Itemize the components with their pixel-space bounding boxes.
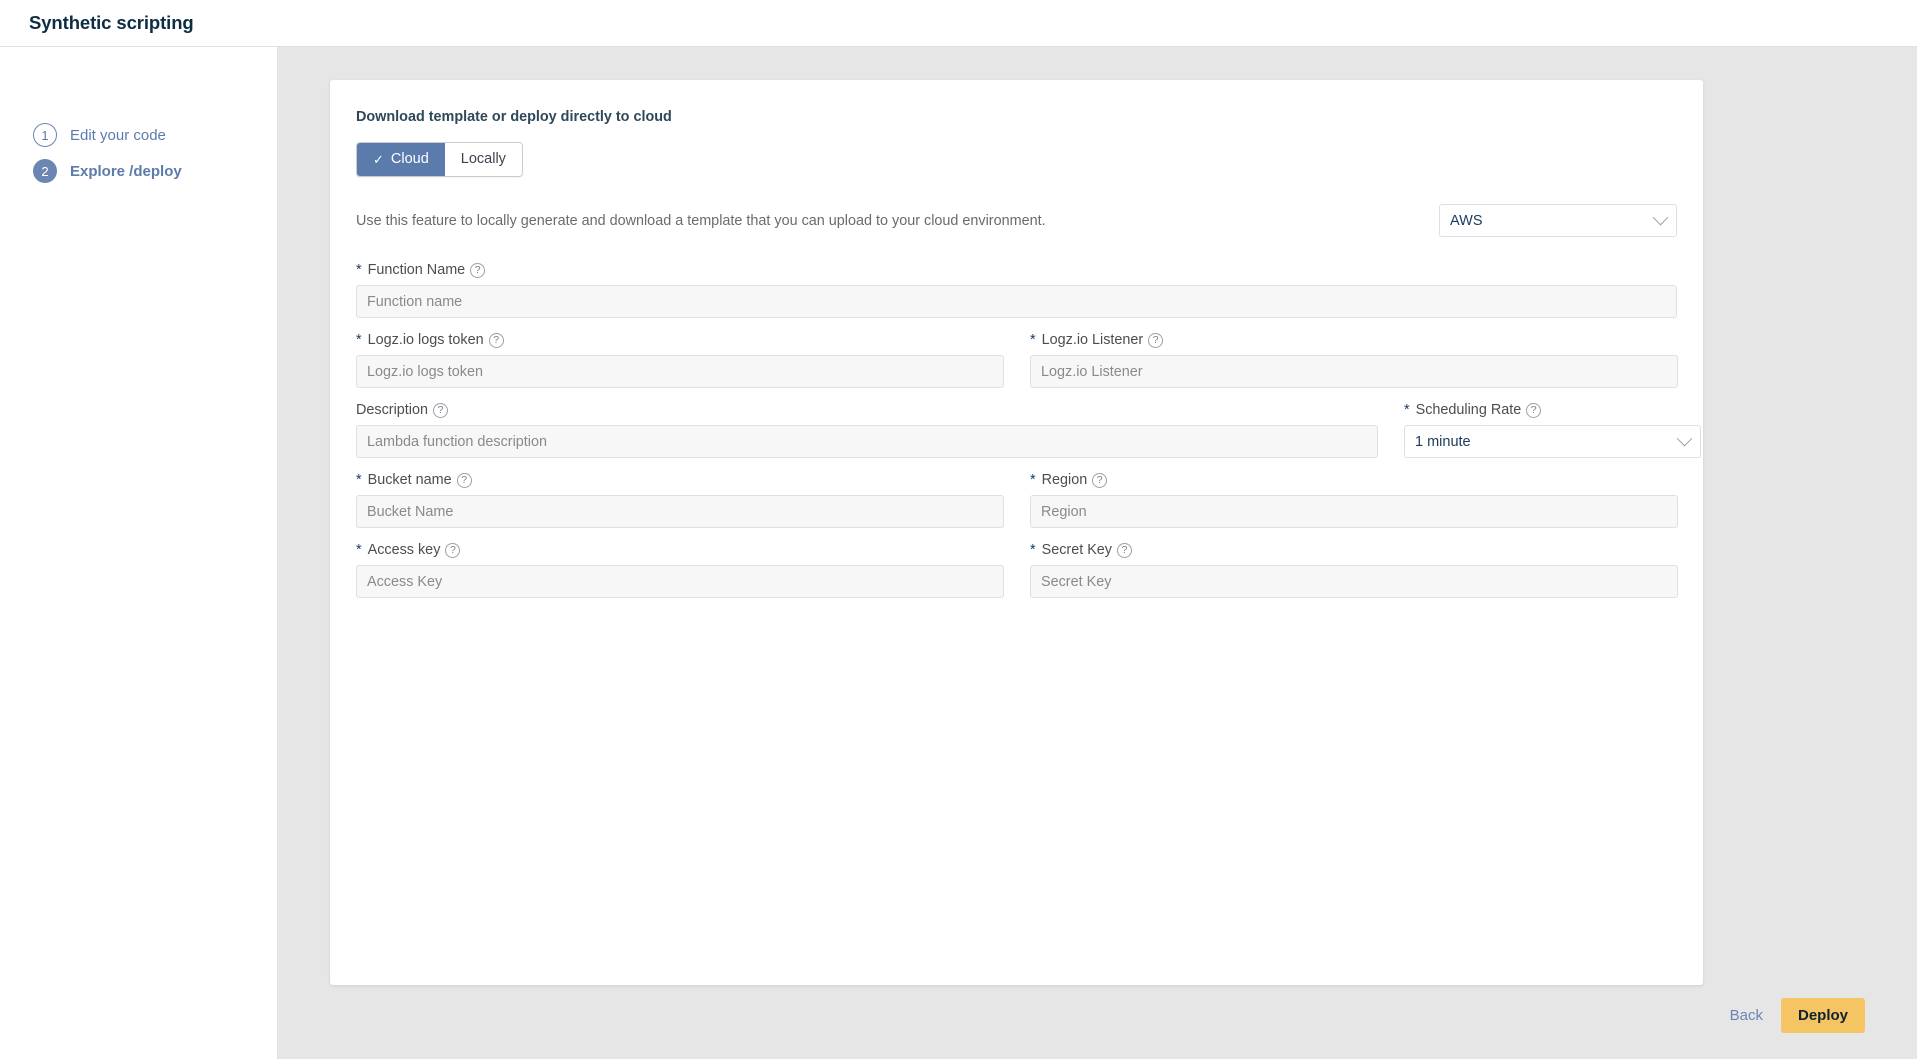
form-row-access-secret: * Access key ? * Secret Key ? bbox=[356, 542, 1677, 598]
app-header: Synthetic scripting bbox=[0, 0, 1917, 47]
field-label-access-key: * Access key ? bbox=[356, 542, 1004, 558]
toggle-option-cloud[interactable]: ✓ Cloud bbox=[357, 143, 445, 176]
cloud-provider-value: AWS bbox=[1450, 213, 1483, 229]
field-label-text: Bucket name bbox=[368, 472, 452, 488]
field-label-logs-token: * Logz.io logs token ? bbox=[356, 332, 1004, 348]
card-title: Download template or deploy directly to … bbox=[356, 109, 1677, 125]
field-label-region: * Region ? bbox=[1030, 472, 1678, 488]
field-label-description: Description ? bbox=[356, 402, 1378, 418]
required-star: * bbox=[1030, 472, 1036, 488]
step-number-badge: 1 bbox=[33, 123, 57, 147]
field-label-text: Description bbox=[356, 402, 428, 418]
cloud-provider-select[interactable]: AWS bbox=[1439, 204, 1677, 237]
field-label-scheduling-rate: * Scheduling Rate ? bbox=[1404, 402, 1701, 418]
help-icon[interactable]: ? bbox=[1117, 543, 1132, 558]
intro-row: Use this feature to locally generate and… bbox=[356, 204, 1677, 237]
footer-actions: Back Deploy bbox=[1726, 998, 1865, 1033]
required-star: * bbox=[1030, 332, 1036, 348]
field-label-text: Logz.io logs token bbox=[368, 332, 484, 348]
help-icon[interactable]: ? bbox=[1526, 403, 1541, 418]
field-logs-token: * Logz.io logs token ? bbox=[356, 332, 1004, 388]
toggle-option-cloud-label: Cloud bbox=[391, 151, 429, 168]
field-secret-key: * Secret Key ? bbox=[1030, 542, 1678, 598]
form-row-function-name: * Function Name ? bbox=[356, 262, 1677, 318]
required-star: * bbox=[1404, 402, 1410, 418]
cloud-provider-select-wrapper: AWS bbox=[1439, 204, 1677, 237]
required-star: * bbox=[1030, 542, 1036, 558]
chevron-down-icon bbox=[1653, 210, 1669, 226]
back-button[interactable]: Back bbox=[1726, 1001, 1767, 1030]
sidebar-item-explore-deploy[interactable]: 2 Explore /deploy bbox=[0, 153, 277, 189]
help-icon[interactable]: ? bbox=[457, 473, 472, 488]
content-area: Download template or deploy directly to … bbox=[278, 47, 1917, 1059]
field-bucket-name: * Bucket name ? bbox=[356, 472, 1004, 528]
form-row-bucket-region: * Bucket name ? * Region ? bbox=[356, 472, 1677, 528]
field-label-text: Logz.io Listener bbox=[1042, 332, 1144, 348]
deploy-target-toggle: ✓ Cloud Locally bbox=[356, 142, 523, 177]
field-label-listener: * Logz.io Listener ? bbox=[1030, 332, 1678, 348]
help-icon[interactable]: ? bbox=[489, 333, 504, 348]
check-icon: ✓ bbox=[373, 152, 384, 168]
deploy-form: * Function Name ? * Logz.io logs token ? bbox=[356, 262, 1677, 598]
field-label-function-name: * Function Name ? bbox=[356, 262, 1677, 278]
toggle-option-locally-label: Locally bbox=[461, 151, 506, 168]
deploy-card: Download template or deploy directly to … bbox=[330, 80, 1703, 985]
field-label-secret-key: * Secret Key ? bbox=[1030, 542, 1678, 558]
sidebar: 1 Edit your code 2 Explore /deploy bbox=[0, 47, 278, 1059]
form-row-token-listener: * Logz.io logs token ? * Logz.io Listene… bbox=[356, 332, 1677, 388]
sidebar-item-label: Edit your code bbox=[70, 127, 166, 144]
required-star: * bbox=[356, 472, 362, 488]
sidebar-item-edit-your-code[interactable]: 1 Edit your code bbox=[0, 117, 277, 153]
help-icon[interactable]: ? bbox=[1092, 473, 1107, 488]
bucket-name-input[interactable] bbox=[356, 495, 1004, 528]
field-function-name: * Function Name ? bbox=[356, 262, 1677, 318]
help-icon[interactable]: ? bbox=[470, 263, 485, 278]
deploy-button[interactable]: Deploy bbox=[1781, 998, 1865, 1033]
description-input[interactable] bbox=[356, 425, 1378, 458]
region-input[interactable] bbox=[1030, 495, 1678, 528]
field-label-text: Secret Key bbox=[1042, 542, 1112, 558]
required-star: * bbox=[356, 332, 362, 348]
help-icon[interactable]: ? bbox=[445, 543, 460, 558]
secret-key-input[interactable] bbox=[1030, 565, 1678, 598]
help-icon[interactable]: ? bbox=[1148, 333, 1163, 348]
field-label-text: Region bbox=[1042, 472, 1088, 488]
required-star: * bbox=[356, 262, 362, 278]
field-label-text: Access key bbox=[368, 542, 441, 558]
listener-input[interactable] bbox=[1030, 355, 1678, 388]
scheduling-rate-value: 1 minute bbox=[1415, 434, 1471, 450]
sidebar-item-label: Explore /deploy bbox=[70, 163, 182, 180]
field-label-text: Function Name bbox=[368, 262, 466, 278]
field-scheduling-rate: * Scheduling Rate ? 1 minute bbox=[1404, 402, 1701, 458]
toggle-option-locally[interactable]: Locally bbox=[445, 143, 522, 176]
required-star: * bbox=[356, 542, 362, 558]
field-region: * Region ? bbox=[1030, 472, 1678, 528]
logs-token-input[interactable] bbox=[356, 355, 1004, 388]
intro-description: Use this feature to locally generate and… bbox=[356, 213, 1046, 229]
step-number-badge: 2 bbox=[33, 159, 57, 183]
field-listener: * Logz.io Listener ? bbox=[1030, 332, 1678, 388]
field-description: Description ? bbox=[356, 402, 1378, 458]
form-row-description-schedule: Description ? * Scheduling Rate ? 1 minu… bbox=[356, 402, 1677, 458]
page-title: Synthetic scripting bbox=[29, 12, 194, 34]
field-access-key: * Access key ? bbox=[356, 542, 1004, 598]
function-name-input[interactable] bbox=[356, 285, 1677, 318]
field-label-text: Scheduling Rate bbox=[1416, 402, 1522, 418]
scheduling-rate-select[interactable]: 1 minute bbox=[1404, 425, 1701, 458]
field-label-bucket-name: * Bucket name ? bbox=[356, 472, 1004, 488]
app-body: 1 Edit your code 2 Explore /deploy Downl… bbox=[0, 47, 1917, 1059]
help-icon[interactable]: ? bbox=[433, 403, 448, 418]
chevron-down-icon bbox=[1677, 431, 1693, 447]
access-key-input[interactable] bbox=[356, 565, 1004, 598]
